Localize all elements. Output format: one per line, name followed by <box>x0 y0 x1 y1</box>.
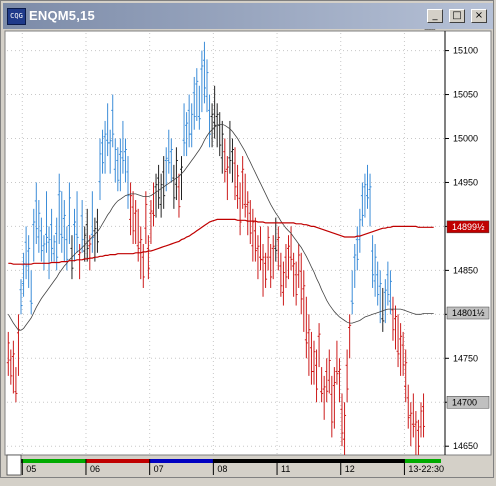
price-marker-label: 14899½ <box>452 222 485 232</box>
chart-area[interactable]: 1465014700147501480014850149001495015000… <box>1 28 496 481</box>
x-tick-label: 05 <box>26 464 36 474</box>
y-tick-label: 15000 <box>453 134 478 144</box>
y-tick-label: 15100 <box>453 46 478 56</box>
close-icon[interactable]: × <box>471 9 487 23</box>
y-tick-label: 14750 <box>453 353 478 363</box>
x-tick-label: 12 <box>345 464 355 474</box>
price-chart[interactable]: 1465014700147501480014850149001495015000… <box>1 28 496 481</box>
session-segment <box>340 459 405 463</box>
session-segment <box>213 459 278 463</box>
price-marker-label: 14801½ <box>452 308 485 318</box>
price-marker-label: 14700 <box>452 397 477 407</box>
scroll-handle <box>6 454 22 476</box>
x-tick-label: 07 <box>154 464 164 474</box>
session-segment <box>404 459 441 463</box>
chart-background <box>4 30 492 456</box>
x-tick-label: 13-22:30 <box>408 464 444 474</box>
maximize-icon[interactable]: □ <box>449 9 465 23</box>
time-axis: 05 06 07 08 11 12 13-22:30 <box>6 454 444 476</box>
title-bar[interactable]: CQG ENQM5,15 _ □ × <box>3 3 493 29</box>
chart-app-icon: CQG <box>7 8 26 25</box>
y-tick-label: 14850 <box>453 265 478 275</box>
session-segment <box>277 459 341 463</box>
y-tick-label: 14650 <box>453 441 478 451</box>
minimize-icon[interactable]: _ <box>427 9 443 23</box>
y-tick-label: 14950 <box>453 177 478 187</box>
x-tick-label: 06 <box>90 464 100 474</box>
session-segment <box>22 459 86 463</box>
session-segment <box>149 459 214 463</box>
y-tick-label: 15050 <box>453 90 478 100</box>
x-tick-label: 11 <box>281 464 290 474</box>
session-segment <box>85 459 150 463</box>
window-title: ENQM5,15 <box>29 8 95 23</box>
chart-window: CQG ENQM5,15 _ □ × 146501470014750148001… <box>0 0 494 478</box>
x-tick-label: 08 <box>217 464 227 474</box>
